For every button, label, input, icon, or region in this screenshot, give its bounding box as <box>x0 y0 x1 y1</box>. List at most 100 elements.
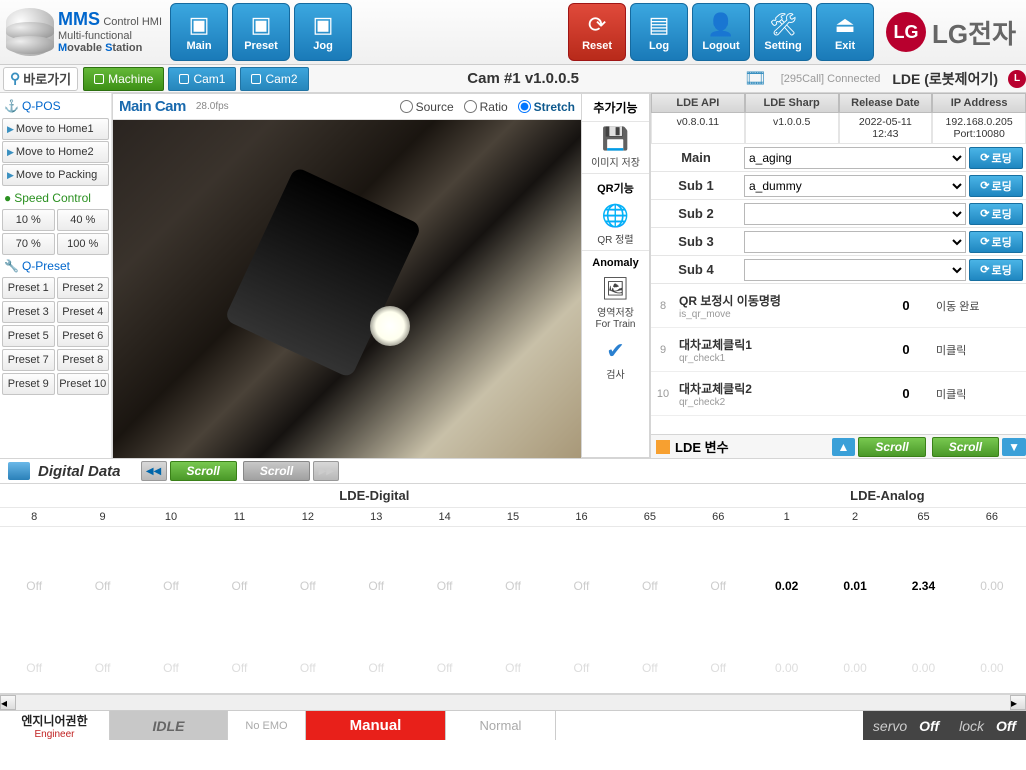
pin-icon: ⚲ <box>10 70 20 87</box>
loading-button-1[interactable]: 로딩 <box>969 175 1023 197</box>
wrench-icon: 🛠 <box>769 12 797 38</box>
status-noemo: No EMO <box>228 711 306 740</box>
exit-button[interactable]: ⏏Exit <box>816 3 874 61</box>
dd-cell: Off <box>616 645 684 691</box>
dd-col: 15 <box>479 507 547 527</box>
dd-col: 10 <box>137 507 205 527</box>
speed-100-button[interactable]: 100 % <box>57 233 110 255</box>
dd-scroll-button-1[interactable]: Scroll <box>170 461 237 481</box>
scroll-left-tip[interactable]: ◂ <box>0 695 16 710</box>
up-arrow-icon[interactable]: ▲ <box>832 438 856 456</box>
scroll-left-button[interactable]: ◀◀ <box>141 461 167 481</box>
preset-5-button[interactable]: Preset 5 <box>2 325 55 347</box>
connection-status: [295Call] Connected <box>775 73 887 85</box>
user-icon: 👤 <box>707 12 734 38</box>
globe-icon: 🌐 <box>584 203 647 229</box>
slot-select-3[interactable] <box>744 231 966 253</box>
engineer-auth: 엔지니어권한Engineer <box>0 711 110 740</box>
dd-cell: 0.00 <box>821 645 889 691</box>
dd-cell: Off <box>274 563 342 609</box>
horizontal-scrollbar[interactable]: ◂▸ <box>0 694 1026 710</box>
wrench-icon: 🔧 <box>4 259 19 273</box>
preset-7-button[interactable]: Preset 7 <box>2 349 55 371</box>
preset-2-button[interactable]: Preset 2 <box>57 277 110 299</box>
loading-button-2[interactable]: 로딩 <box>969 203 1023 225</box>
refresh-icon: ⟳ <box>588 12 606 38</box>
qpos-header: ⚓Q-POS <box>2 95 109 117</box>
dd-cell: Off <box>342 645 410 691</box>
scroll-right-button[interactable]: ▶▶ <box>313 461 339 481</box>
scroll-right-tip[interactable]: ▸ <box>1010 695 1026 710</box>
boxes-icon: ▣ <box>313 12 334 38</box>
move-packing-button[interactable]: ▶Move to Packing <box>2 164 109 186</box>
scroll-button-1[interactable]: Scroll <box>858 437 925 457</box>
tab-machine[interactable]: Machine <box>83 67 164 91</box>
train-save-button[interactable]: 🖼영역저장 For Train <box>582 272 649 334</box>
mms-title: MMS <box>58 9 100 29</box>
move-home1-button[interactable]: ▶Move to Home1 <box>2 118 109 140</box>
radio-source[interactable]: Source <box>400 100 454 114</box>
camera-fps: 28.0fps <box>196 101 229 112</box>
slot-label-3: Sub 3 <box>651 234 741 249</box>
setting-button[interactable]: 🛠Setting <box>754 3 812 61</box>
scroll-button-2[interactable]: Scroll <box>932 437 999 457</box>
logout-button[interactable]: 👤Logout <box>692 3 750 61</box>
reset-button[interactable]: ⟳Reset <box>568 3 626 61</box>
inspect-button[interactable]: ✔검사 <box>582 334 649 385</box>
speed-70-button[interactable]: 70 % <box>2 233 55 255</box>
dd-col: 65 <box>616 507 684 527</box>
exit-icon: ⏏ <box>835 12 856 38</box>
down-arrow-icon[interactable]: ▼ <box>1002 438 1026 456</box>
dot-icon: ● <box>4 191 11 205</box>
preset-4-button[interactable]: Preset 4 <box>57 301 110 323</box>
slot-select-1[interactable]: a_dummy <box>744 175 966 197</box>
dd-cell: Off <box>547 563 615 609</box>
log-button[interactable]: ▤Log <box>630 3 688 61</box>
slot-label-2: Sub 2 <box>651 206 741 221</box>
preset-3-button[interactable]: Preset 3 <box>2 301 55 323</box>
dd-cell: 0.01 <box>821 563 889 609</box>
tab-cam1[interactable]: Cam1 <box>168 67 236 91</box>
speed-40-button[interactable]: 40 % <box>57 209 110 231</box>
slot-select-4[interactable] <box>744 259 966 281</box>
tab-cam2[interactable]: Cam2 <box>240 67 308 91</box>
dd-col: 8 <box>0 507 68 527</box>
move-home2-button[interactable]: ▶Move to Home2 <box>2 141 109 163</box>
play-icon: ▶ <box>7 124 14 135</box>
dd-cell: Off <box>342 563 410 609</box>
radio-ratio[interactable]: Ratio <box>464 100 508 114</box>
dd-cell: Off <box>137 645 205 691</box>
square-icon <box>179 74 189 84</box>
main-button[interactable]: ▣Main <box>170 3 228 61</box>
dd-cell: Off <box>616 563 684 609</box>
preset-6-button[interactable]: Preset 6 <box>57 325 110 347</box>
slot-select-0[interactable]: a_aging <box>744 147 966 169</box>
loading-button-4[interactable]: 로딩 <box>969 259 1023 281</box>
dd-col: 16 <box>547 507 615 527</box>
dd-cell: Off <box>137 563 205 609</box>
qr-align-button[interactable]: 🌐QR 정렬 <box>582 199 649 250</box>
speed-10-button[interactable]: 10 % <box>2 209 55 231</box>
jog-button[interactable]: ▣Jog <box>294 3 352 61</box>
preset-9-button[interactable]: Preset 9 <box>2 373 55 395</box>
dd-col: 9 <box>68 507 136 527</box>
square-icon <box>251 74 261 84</box>
speed-header: ●Speed Control <box>2 187 109 209</box>
info-val-api: v0.8.0.11 <box>651 113 745 144</box>
dd-col: 13 <box>342 507 410 527</box>
info-val-sharp: v1.0.0.5 <box>745 113 839 144</box>
radio-stretch[interactable]: Stretch <box>518 100 575 114</box>
dd-cell: Off <box>205 563 273 609</box>
slot-select-2[interactable] <box>744 203 966 225</box>
dd-scroll-button-2[interactable]: Scroll <box>243 461 310 481</box>
preset-1-button[interactable]: Preset 1 <box>2 277 55 299</box>
loading-button-0[interactable]: 로딩 <box>969 147 1023 169</box>
dd-col: 12 <box>274 507 342 527</box>
preset-8-button[interactable]: Preset 8 <box>57 349 110 371</box>
loading-button-3[interactable]: 로딩 <box>969 231 1023 253</box>
save-image-button[interactable]: 💾이미지 저장 <box>582 122 649 173</box>
play-icon: ▶ <box>7 147 14 158</box>
preset-10-button[interactable]: Preset 10 <box>57 373 110 395</box>
preset-button[interactable]: ▣Preset <box>232 3 290 61</box>
lock-status: lockOff <box>949 711 1026 740</box>
